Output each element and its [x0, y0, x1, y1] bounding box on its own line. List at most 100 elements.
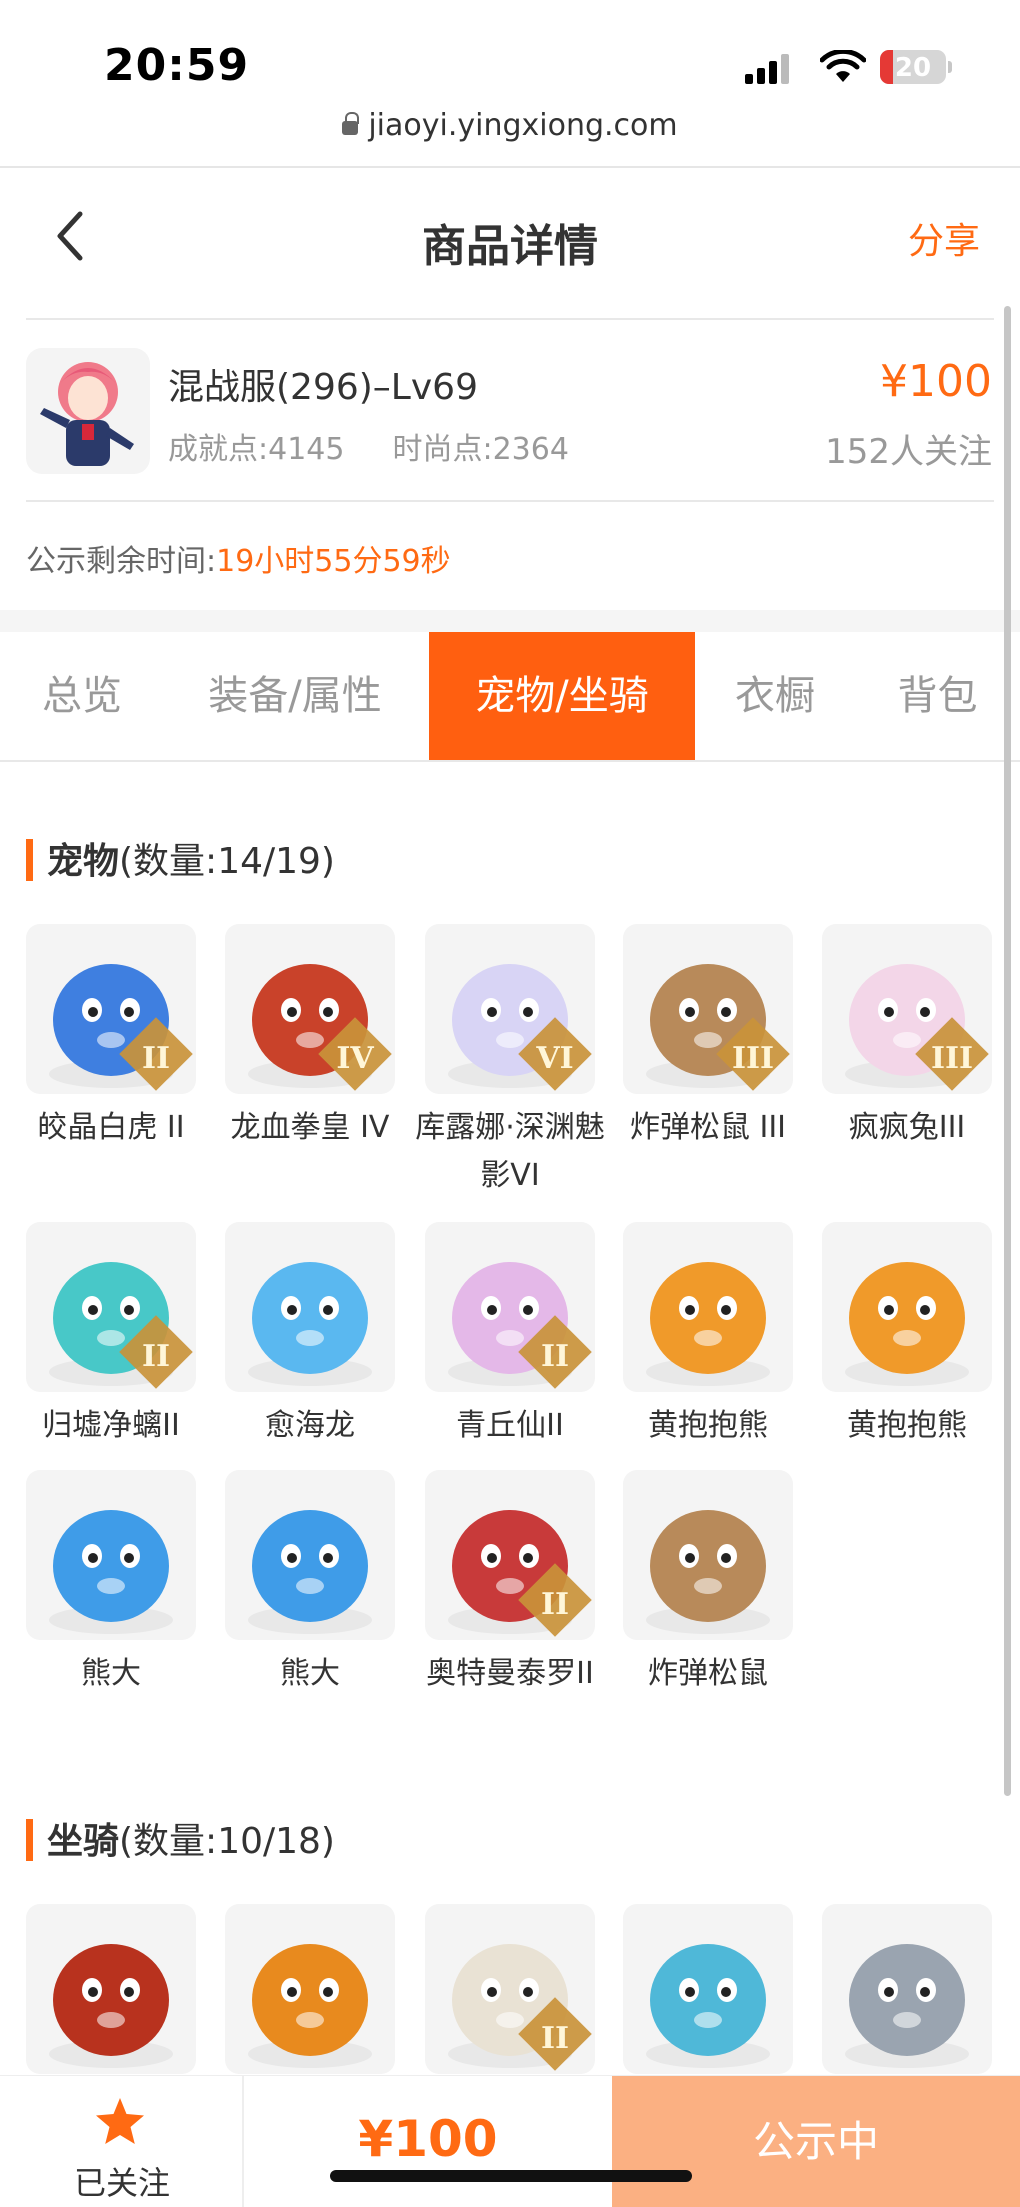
pet-name: 归墟净螭II [42, 1408, 180, 1443]
tab-backpack[interactable]: 背包 [855, 632, 1020, 760]
mounts-section-title: 坐骑(数量:10/18) [26, 1812, 335, 1864]
mount-card[interactable] [225, 1904, 395, 2074]
pet-image: II [26, 924, 196, 1094]
mount-image [225, 1904, 395, 2074]
pet-card[interactable]: II 归墟净螭II [26, 1222, 196, 1450]
bottom-action-bar: 已关注 ¥100 公示中 [0, 2075, 1020, 2207]
product-price: ¥100 [880, 356, 992, 407]
rank-badge-label: III [731, 1041, 775, 1076]
pet-image: III [623, 924, 793, 1094]
pet-image: II [425, 1470, 595, 1640]
pet-name: 龙血拳皇 IV [230, 1110, 390, 1145]
pets-count: (数量:14/19) [119, 841, 335, 882]
rank-badge-label: III [930, 1041, 974, 1076]
pet-card[interactable]: IV 龙血拳皇 IV [225, 924, 395, 1152]
rank-badge-label: II [540, 1587, 570, 1622]
mount-image [822, 1904, 992, 2074]
pet-name: 皎晶白虎 II [37, 1110, 185, 1145]
share-button[interactable]: 分享 [908, 212, 980, 264]
star-icon [96, 2098, 144, 2144]
pet-image: II [26, 1222, 196, 1392]
address-bar[interactable]: jiaoyi.yingxiong.com [0, 108, 1020, 143]
pet-name: 疯疯兔III [848, 1110, 966, 1145]
timer-value: 19小时55分59秒 [216, 544, 451, 579]
status-bar: 20:59 20 [0, 0, 1020, 112]
page-title: 商品详情 [422, 221, 598, 272]
section-gap [0, 610, 1020, 632]
pet-card[interactable]: 愈海龙 [225, 1222, 395, 1450]
lock-icon [342, 112, 360, 135]
url-text: jiaoyi.yingxiong.com [368, 108, 678, 143]
rank-badge-label: II [540, 1339, 570, 1374]
follow-button[interactable]: 已关注 [0, 2076, 244, 2207]
pet-card[interactable]: 熊大 [225, 1470, 395, 1698]
follow-label: 已关注 [73, 2164, 170, 2202]
rank-badge-label: VI [536, 1041, 574, 1076]
pet-card[interactable]: 炸弹松鼠 [623, 1470, 793, 1698]
pet-card[interactable]: III 疯疯兔III [822, 924, 992, 1152]
mount-card[interactable] [26, 1904, 196, 2074]
divider [26, 500, 994, 502]
pet-card[interactable]: II 青丘仙II [425, 1222, 595, 1450]
pet-name: 熊大 [280, 1656, 340, 1691]
tab-overview[interactable]: 总览 [0, 632, 164, 760]
divider [0, 760, 1020, 762]
pet-name: 黄抱抱熊 [648, 1408, 768, 1443]
achievement-points: 成就点:4145 [168, 432, 345, 467]
mounts-title: 坐骑 [47, 1821, 120, 1862]
mount-card[interactable] [623, 1904, 793, 2074]
pets-title: 宠物 [47, 841, 120, 882]
publicity-status-button[interactable]: 公示中 [612, 2076, 1020, 2207]
cellular-signal-icon [745, 54, 793, 84]
pet-name: 熊大 [81, 1656, 141, 1691]
character-avatar [26, 348, 150, 474]
pet-name: 库露娜·深渊魅影VI [415, 1110, 605, 1193]
pet-card[interactable]: VI 库露娜·深渊魅影VI [415, 924, 605, 1200]
rank-badge-label: II [540, 2021, 570, 2056]
divider [26, 318, 994, 320]
tab-wardrobe[interactable]: 衣橱 [695, 632, 855, 760]
timer-label: 公示剩余时间: [26, 544, 217, 579]
pet-card[interactable]: 熊大 [26, 1470, 196, 1698]
pet-image: VI [425, 924, 595, 1094]
pets-section-title: 宠物(数量:14/19) [26, 832, 335, 884]
tab-bar: 总览 装备/属性 宠物/坐骑 衣橱 背包 [0, 632, 1020, 760]
mount-card[interactable] [822, 1904, 992, 2074]
pet-image: III [822, 924, 992, 1094]
follower-count: 152人关注 [825, 432, 992, 472]
pet-name: 青丘仙II [456, 1408, 564, 1443]
scrollbar[interactable] [1004, 306, 1011, 1796]
pet-name: 奥特曼泰罗II [426, 1656, 594, 1691]
pet-image: IV [225, 924, 395, 1094]
rank-badge-label: II [141, 1041, 171, 1076]
pet-name: 黄抱抱熊 [847, 1408, 967, 1443]
pet-card[interactable]: III 炸弹松鼠 III [623, 924, 793, 1152]
battery-tip [948, 61, 952, 73]
mounts-count: (数量:10/18) [119, 1821, 335, 1862]
pet-name: 炸弹松鼠 III [629, 1110, 787, 1145]
pet-image [26, 1470, 196, 1640]
battery-percent: 20 [894, 53, 932, 83]
pet-card[interactable]: II 皎晶白虎 II [26, 924, 196, 1152]
battery-icon: 20 [880, 50, 946, 84]
pet-image [822, 1222, 992, 1392]
wifi-icon [820, 50, 866, 82]
rank-badge-label: II [141, 1339, 171, 1374]
pet-image [225, 1222, 395, 1392]
fashion-points: 时尚点:2364 [392, 432, 569, 467]
status-time: 20:59 [104, 40, 250, 91]
tab-equipment[interactable]: 装备/属性 [164, 632, 426, 760]
pet-image [623, 1470, 793, 1640]
pet-card[interactable]: II 奥特曼泰罗II [425, 1470, 595, 1698]
mount-card[interactable]: II [425, 1904, 595, 2074]
product-title: 混战服(296)–Lv69 [168, 367, 478, 408]
pet-card[interactable]: 黄抱抱熊 [623, 1222, 793, 1450]
pet-card[interactable]: 黄抱抱熊 [822, 1222, 992, 1450]
pet-image [623, 1222, 793, 1392]
rank-badge-label: IV [336, 1041, 374, 1076]
mount-image [26, 1904, 196, 2074]
pet-name: 炸弹松鼠 [648, 1656, 768, 1691]
pet-name: 愈海龙 [265, 1408, 355, 1443]
mount-image [623, 1904, 793, 2074]
tab-pets-mounts[interactable]: 宠物/坐骑 [429, 632, 695, 760]
